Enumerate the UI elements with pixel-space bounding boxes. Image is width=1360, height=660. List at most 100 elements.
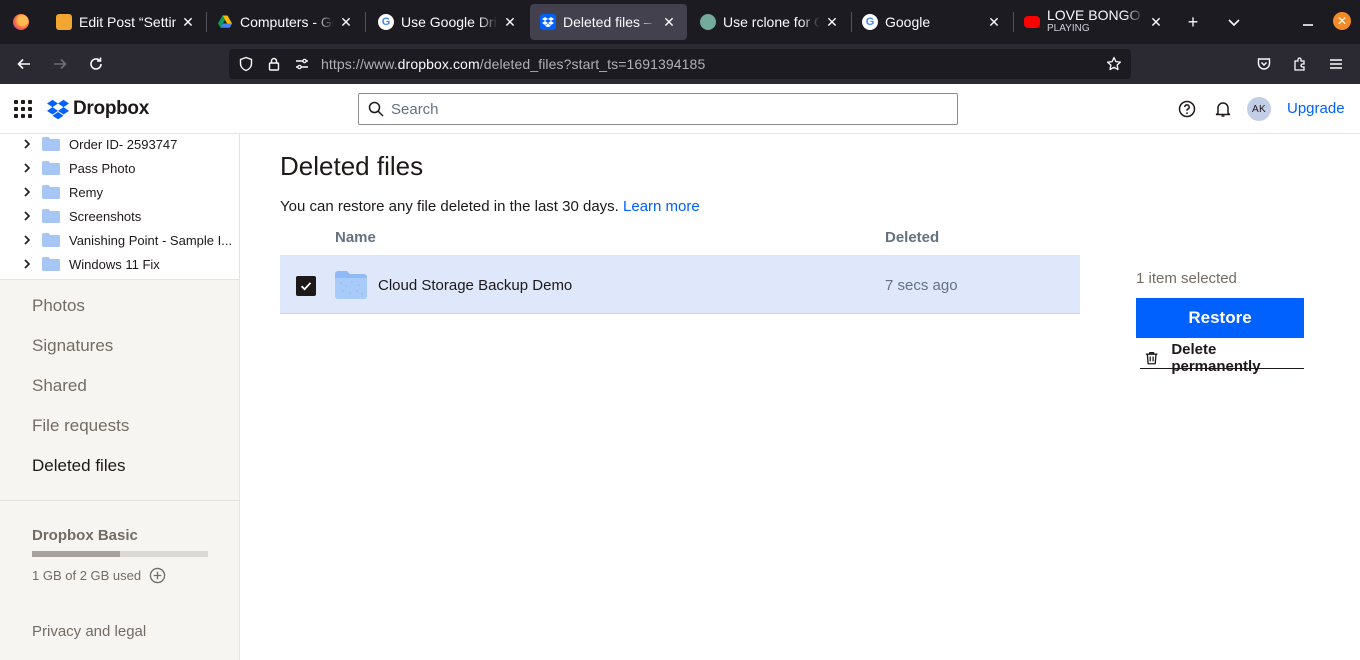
tree-item-vanishing-point[interactable]: Vanishing Point - Sample I... bbox=[0, 228, 239, 252]
dropbox-favicon bbox=[540, 14, 556, 30]
chevron-right-icon[interactable] bbox=[20, 163, 34, 173]
tree-item-remy[interactable]: Remy bbox=[0, 180, 239, 204]
folder-icon bbox=[42, 209, 60, 223]
chevron-right-icon[interactable] bbox=[20, 211, 34, 221]
app-menu-icon[interactable] bbox=[1324, 52, 1348, 76]
minimize-window-icon[interactable] bbox=[1296, 10, 1320, 34]
notifications-bell-icon[interactable] bbox=[1213, 99, 1233, 119]
tab-close-icon[interactable]: ✕ bbox=[661, 14, 677, 31]
search-input[interactable] bbox=[391, 100, 931, 118]
close-window-icon[interactable]: ✕ bbox=[1333, 12, 1351, 30]
browser-tab-4-active[interactable]: Deleted files – Dr ✕ bbox=[530, 4, 687, 40]
pocket-icon[interactable] bbox=[1252, 52, 1276, 76]
add-storage-icon[interactable] bbox=[149, 567, 166, 584]
tab-title: Use Google Drive bbox=[401, 14, 498, 30]
reload-icon[interactable] bbox=[84, 52, 108, 76]
column-header-deleted[interactable]: Deleted bbox=[885, 229, 939, 246]
new-tab-icon[interactable]: + bbox=[1181, 10, 1205, 34]
sidebar-item-file-requests[interactable]: File requests bbox=[32, 416, 129, 436]
tree-item-label: Windows 11 Fix bbox=[69, 256, 160, 272]
google-drive-favicon bbox=[217, 14, 233, 30]
tab-close-icon[interactable]: ✕ bbox=[1148, 14, 1164, 31]
row-checkbox[interactable] bbox=[296, 276, 316, 296]
delete-permanently-button[interactable]: Delete permanently bbox=[1140, 341, 1304, 375]
help-icon[interactable] bbox=[1177, 99, 1197, 119]
chevron-right-icon[interactable] bbox=[20, 259, 34, 269]
lock-icon[interactable] bbox=[263, 53, 285, 75]
tab-close-icon[interactable]: ✕ bbox=[986, 14, 1002, 31]
chatgpt-favicon bbox=[700, 14, 716, 30]
tab-close-icon[interactable]: ✕ bbox=[338, 14, 354, 31]
tab-title: Deleted files – Dr bbox=[563, 14, 657, 30]
app-grid-icon[interactable] bbox=[14, 100, 32, 118]
checkmark-icon bbox=[300, 282, 312, 291]
tree-item-order-id[interactable]: Order ID- 2593747 bbox=[0, 132, 239, 156]
tree-item-label: Remy bbox=[69, 184, 103, 200]
tree-item-screenshots[interactable]: Screenshots bbox=[0, 204, 239, 228]
deleted-time: 7 secs ago bbox=[885, 277, 958, 294]
upgrade-link[interactable]: Upgrade bbox=[1287, 100, 1345, 117]
extensions-icon[interactable] bbox=[1288, 52, 1312, 76]
tree-item-label: Vanishing Point - Sample I... bbox=[69, 232, 233, 248]
selection-count: 1 item selected bbox=[1136, 270, 1237, 287]
firefox-menu-icon[interactable] bbox=[0, 0, 42, 44]
plan-name[interactable]: Dropbox Basic bbox=[32, 527, 138, 544]
chevron-right-icon[interactable] bbox=[20, 139, 34, 149]
browser-tab-3[interactable]: G Use Google Drive ✕ bbox=[368, 4, 528, 40]
delete-permanently-label: Delete permanently bbox=[1171, 340, 1261, 375]
back-icon[interactable] bbox=[12, 52, 36, 76]
trash-icon bbox=[1145, 351, 1158, 364]
search-box[interactable] bbox=[358, 93, 958, 125]
column-header-name[interactable]: Name bbox=[335, 229, 376, 246]
folder-icon bbox=[42, 257, 60, 271]
browser-nav-bar: https://www.dropbox.com/deleted_files?st… bbox=[0, 44, 1360, 84]
table-row[interactable]: Cloud Storage Backup Demo 7 secs ago bbox=[280, 256, 1080, 314]
tab-close-icon[interactable]: ✕ bbox=[824, 14, 840, 31]
tree-item-windows-11-fix[interactable]: Windows 11 Fix bbox=[0, 252, 239, 276]
google-favicon: G bbox=[862, 14, 878, 30]
sidebar: Order ID- 2593747 Pass Photo Remy Screen… bbox=[0, 134, 240, 660]
youtube-favicon bbox=[1024, 16, 1040, 28]
avatar[interactable]: AK bbox=[1247, 97, 1271, 121]
tree-item-pass-photo[interactable]: Pass Photo bbox=[0, 156, 239, 180]
restore-button[interactable]: Restore bbox=[1136, 298, 1304, 338]
tree-item-label: Pass Photo bbox=[69, 160, 136, 176]
tab-close-icon[interactable]: ✕ bbox=[180, 14, 196, 31]
tab-title: Google bbox=[885, 14, 931, 30]
browser-tab-6[interactable]: G Google ✕ bbox=[852, 4, 1012, 40]
forward-icon[interactable] bbox=[48, 52, 72, 76]
folder-icon bbox=[42, 137, 60, 151]
page-title: Deleted files bbox=[280, 151, 424, 181]
browser-tab-7[interactable]: LOVE BONGO MIX PLAYING ✕ bbox=[1014, 4, 1174, 40]
learn-more-link[interactable]: Learn more bbox=[623, 198, 700, 215]
plan-section: Dropbox Basic 1 GB of 2 GB used Privacy … bbox=[0, 500, 239, 660]
list-all-tabs-icon[interactable] bbox=[1222, 10, 1246, 34]
sidebar-item-shared[interactable]: Shared bbox=[32, 376, 87, 396]
tab-close-icon[interactable]: ✕ bbox=[502, 14, 518, 31]
browser-tab-5[interactable]: Use rclone for Go ✕ bbox=[690, 4, 850, 40]
bookmark-star-icon[interactable] bbox=[1103, 53, 1125, 75]
folder-icon bbox=[42, 185, 60, 199]
url-bar[interactable]: https://www.dropbox.com/deleted_files?st… bbox=[229, 49, 1131, 79]
foss-linux-favicon bbox=[56, 14, 72, 30]
browser-tab-2[interactable]: Computers - Goog ✕ bbox=[207, 4, 364, 40]
dropbox-wordmark: Dropbox bbox=[73, 98, 150, 119]
sidebar-item-photos[interactable]: Photos bbox=[32, 296, 85, 316]
browser-tab-1[interactable]: Edit Post “Setting ✕ bbox=[46, 4, 206, 40]
file-name[interactable]: Cloud Storage Backup Demo bbox=[378, 277, 572, 294]
shield-icon[interactable] bbox=[235, 53, 257, 75]
folder-tree: Order ID- 2593747 Pass Photo Remy Screen… bbox=[0, 134, 239, 280]
url-text[interactable]: https://www.dropbox.com/deleted_files?st… bbox=[321, 56, 705, 72]
dropbox-logo[interactable]: Dropbox bbox=[47, 98, 149, 120]
privacy-and-legal-link[interactable]: Privacy and legal bbox=[32, 623, 146, 640]
permissions-icon[interactable] bbox=[291, 53, 313, 75]
sidebar-item-signatures[interactable]: Signatures bbox=[32, 336, 113, 356]
google-favicon: G bbox=[378, 14, 394, 30]
storage-usage-bar bbox=[32, 551, 208, 557]
storage-usage-text: 1 GB of 2 GB used bbox=[32, 568, 142, 583]
chevron-right-icon[interactable] bbox=[20, 187, 34, 197]
folder-icon bbox=[42, 161, 60, 175]
sidebar-item-deleted-files[interactable]: Deleted files bbox=[32, 456, 126, 476]
tab-title: LOVE BONGO MIX bbox=[1047, 9, 1144, 22]
chevron-right-icon[interactable] bbox=[20, 235, 34, 245]
